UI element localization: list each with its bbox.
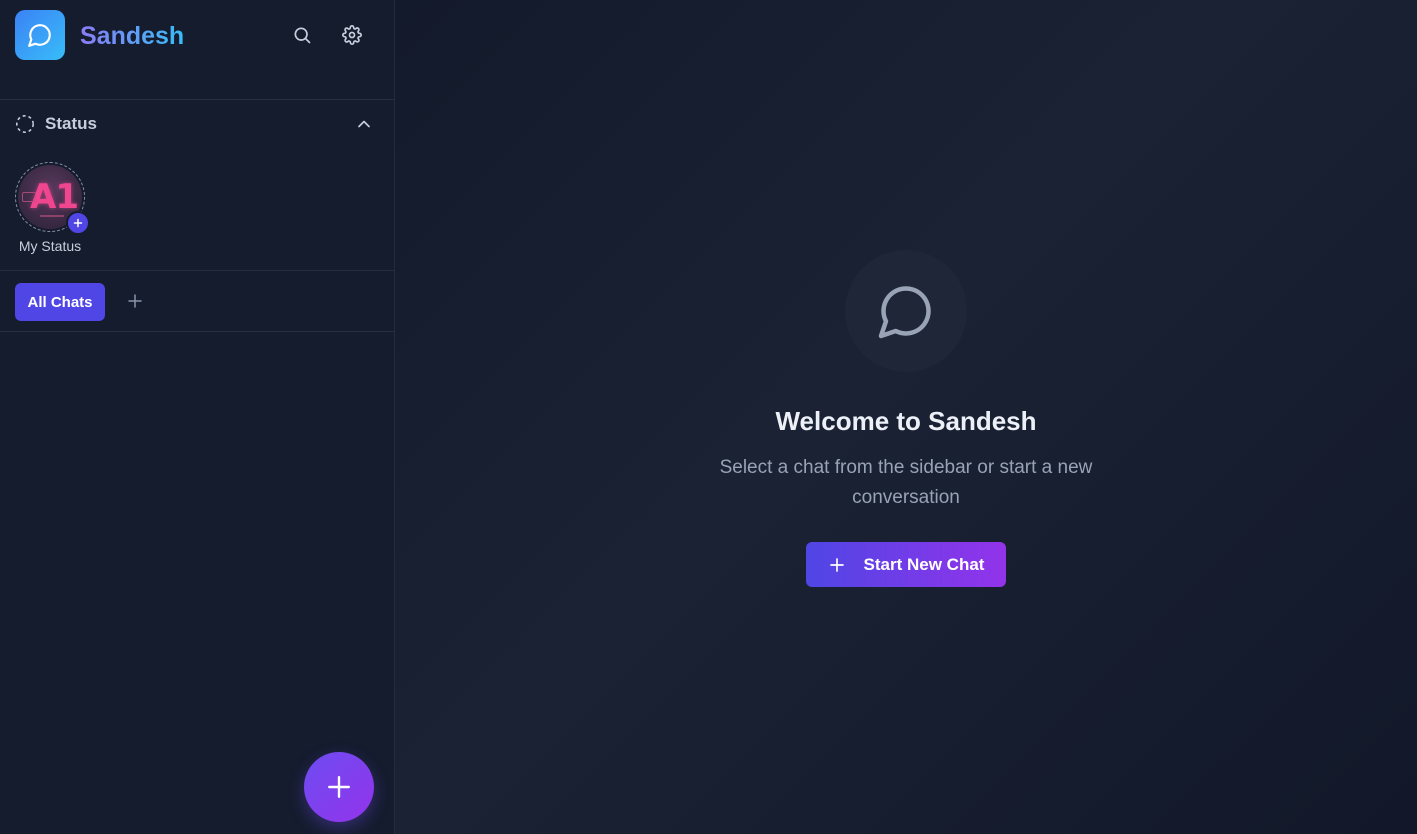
avatar-text: A1 [30, 177, 79, 217]
status-ring-icon [16, 115, 34, 133]
search-button[interactable] [289, 22, 315, 48]
gear-icon [342, 25, 362, 45]
status-section: Status A1 My Status [0, 100, 394, 271]
plus-icon [828, 556, 846, 574]
status-header[interactable]: Status [0, 100, 394, 148]
chat-filter-row: All Chats [0, 271, 394, 332]
welcome-panel: Welcome to Sandesh Select a chat from th… [395, 250, 1417, 587]
plus-icon [128, 294, 142, 308]
welcome-title: Welcome to Sandesh [775, 406, 1037, 436]
welcome-subtitle: Select a chat from the sidebar or start … [719, 457, 1093, 508]
chat-bubble-icon [878, 286, 931, 339]
app-name: Sandesh [80, 22, 185, 50]
chat-bubble-icon [28, 24, 51, 47]
app-logo [15, 10, 65, 60]
welcome-illustration [845, 250, 967, 372]
add-filter-button[interactable] [123, 289, 147, 313]
sidebar: Sandesh Status A1 My Status All Chats [0, 0, 395, 834]
plus-icon [73, 218, 83, 228]
main-panel: Welcome to Sandesh Select a chat from th… [395, 0, 1417, 834]
filter-all-chats[interactable]: All Chats [15, 283, 105, 321]
start-new-chat-label: Start New Chat [863, 554, 985, 574]
plus-icon [328, 776, 350, 798]
my-status-label: My Status [18, 238, 82, 254]
add-status-button[interactable] [66, 211, 90, 235]
avatar-logo-mark [22, 192, 36, 202]
avatar-logo-underline [40, 215, 64, 217]
new-chat-fab[interactable] [304, 752, 374, 822]
my-status[interactable]: A1 My Status [12, 160, 90, 260]
search-icon [294, 27, 311, 44]
start-new-chat-button[interactable]: Start New Chat [806, 542, 1006, 587]
status-title: Status [45, 114, 97, 133]
settings-button[interactable] [339, 22, 365, 48]
app-root: Sandesh Status A1 My Status All Chats We… [0, 0, 1417, 834]
chevron-up-icon[interactable] [354, 114, 374, 134]
sidebar-header: Sandesh [0, 0, 394, 100]
